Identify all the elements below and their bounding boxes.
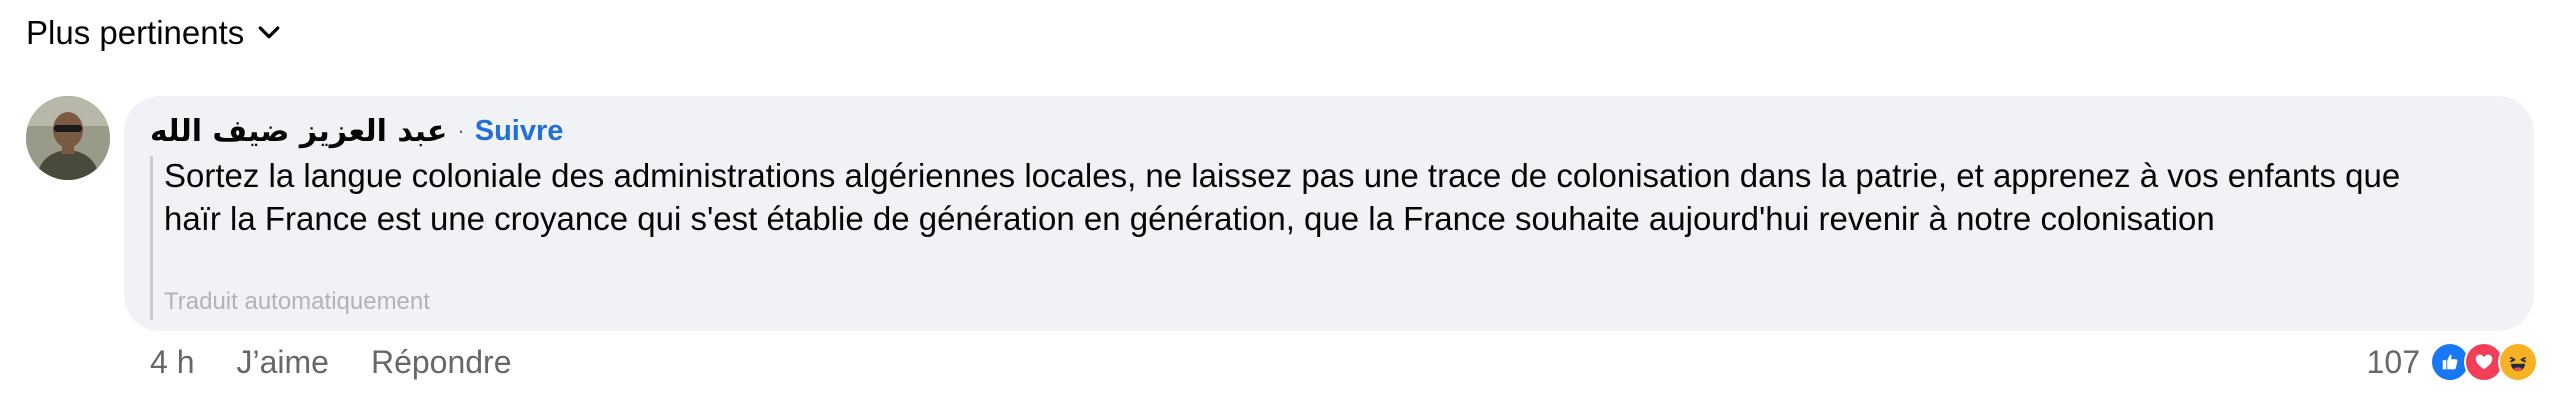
comment-header: عبد العزيز ضيف الله · Suivre (150, 109, 563, 153)
author-name[interactable]: عبد العزيز ضيف الله (150, 114, 447, 149)
avatar[interactable] (26, 96, 110, 180)
follow-button[interactable]: Suivre (475, 115, 564, 148)
avatar-photo (26, 96, 110, 180)
sort-dropdown[interactable]: Plus pertinents (26, 10, 284, 56)
comment-text: Sortez la langue coloniale des administr… (164, 157, 2401, 237)
reactions-summary[interactable]: 107 (2367, 338, 2538, 386)
translated-note[interactable]: Traduit automatiquement (164, 288, 430, 316)
haha-icon (2498, 342, 2538, 382)
separator-dot: · (457, 118, 465, 143)
comment-actions: 4 h J’aime Répondre (150, 340, 512, 384)
reaction-count: 107 (2366, 343, 2420, 380)
reaction-icons (2430, 342, 2538, 382)
translation-quote-bar (150, 156, 153, 320)
comment-time[interactable]: 4 h (150, 344, 194, 381)
chevron-down-icon (258, 26, 280, 39)
sort-label: Plus pertinents (26, 14, 245, 51)
like-button[interactable]: J’aime (236, 344, 328, 381)
reply-button[interactable]: Répondre (371, 344, 512, 381)
